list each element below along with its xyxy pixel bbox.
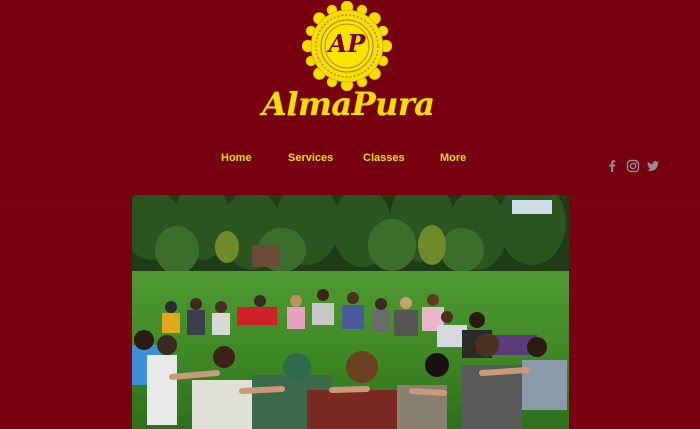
nav-item-more[interactable]: More bbox=[440, 150, 466, 166]
nav-item-services[interactable]: Services bbox=[288, 150, 333, 166]
logo-monogram: AP bbox=[328, 29, 366, 58]
nav-item-classes[interactable]: Classes bbox=[363, 150, 405, 166]
brand-name[interactable]: AlmaPura bbox=[262, 82, 435, 126]
instagram-icon[interactable] bbox=[626, 159, 640, 173]
site-header: AP AlmaPura Home Services Classes More bbox=[0, 0, 700, 195]
hero-photo bbox=[132, 195, 569, 429]
facebook-icon[interactable] bbox=[605, 159, 619, 173]
twitter-icon[interactable] bbox=[646, 159, 660, 173]
nav-item-home[interactable]: Home bbox=[221, 150, 252, 166]
